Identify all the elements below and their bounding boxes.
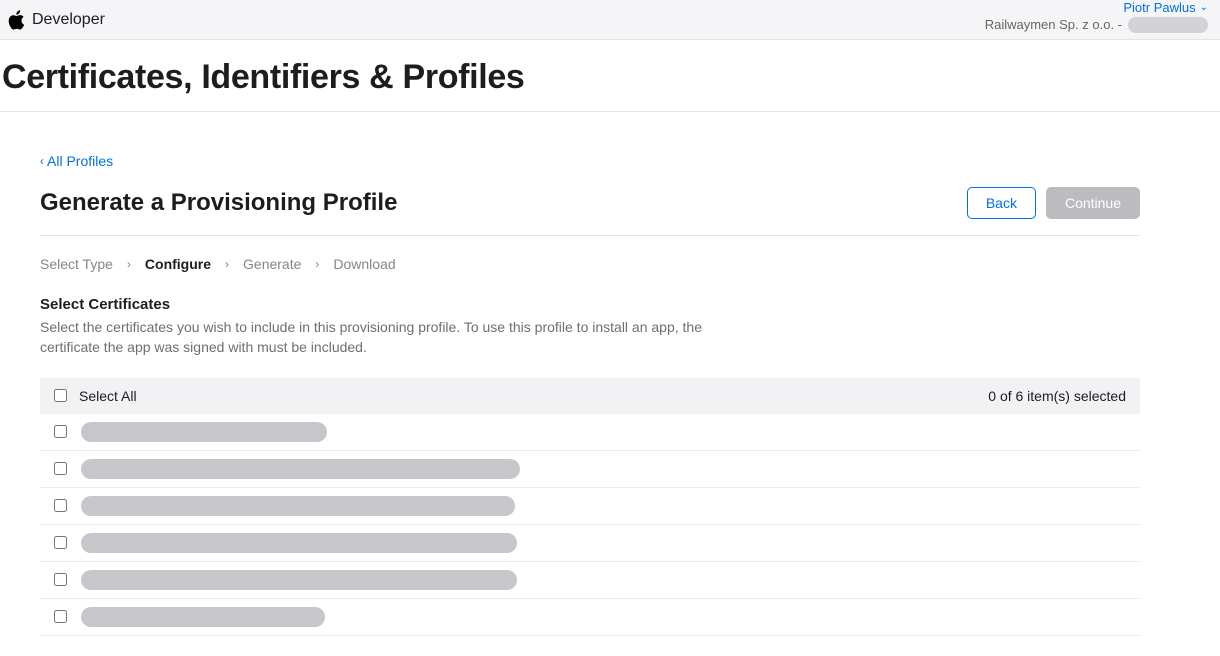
- chevron-down-icon: ⌄: [1200, 2, 1208, 14]
- certificate-name-redacted: [81, 496, 515, 516]
- back-button[interactable]: Back: [967, 187, 1036, 219]
- certificate-row[interactable]: [40, 525, 1140, 562]
- page-title: Certificates, Identifiers & Profiles: [2, 58, 1218, 97]
- certificate-checkbox[interactable]: [54, 499, 67, 512]
- chevron-right-icon: ›: [225, 257, 229, 271]
- section-title: Select Certificates: [40, 296, 1140, 313]
- certificate-checkbox[interactable]: [54, 610, 67, 623]
- certificate-name-redacted: [81, 422, 327, 442]
- certificate-row[interactable]: [40, 562, 1140, 599]
- team-name-label: Railwaymen Sp. z o.o. -: [985, 17, 1122, 33]
- certificate-checkbox[interactable]: [54, 536, 67, 549]
- certificate-name-redacted: [81, 607, 325, 627]
- chevron-right-icon: ›: [127, 257, 131, 271]
- selection-count: 0 of 6 item(s) selected: [988, 388, 1126, 404]
- certificate-list: Select All 0 of 6 item(s) selected: [40, 378, 1140, 636]
- apple-logo-icon: [4, 8, 28, 32]
- certificate-checkbox[interactable]: [54, 425, 67, 438]
- certificate-checkbox[interactable]: [54, 573, 67, 586]
- continue-button: Continue: [1046, 187, 1140, 219]
- select-all-checkbox[interactable]: [54, 389, 67, 402]
- brand-label: Developer: [32, 11, 105, 29]
- account-area: Piotr Pawlus ⌄ Railwaymen Sp. z o.o. -: [985, 6, 1208, 33]
- action-buttons: Back Continue: [967, 187, 1140, 219]
- certificate-row[interactable]: [40, 488, 1140, 525]
- chevron-left-icon: ‹: [40, 154, 44, 168]
- brand[interactable]: Developer: [4, 8, 105, 32]
- certificate-name-redacted: [81, 570, 517, 590]
- subheader-title: Generate a Provisioning Profile: [40, 189, 397, 217]
- user-name-label: Piotr Pawlus: [1123, 0, 1195, 16]
- step-breadcrumbs: Select Type › Configure › Generate › Download: [40, 256, 1140, 272]
- step-select-type[interactable]: Select Type: [40, 256, 113, 272]
- main-content: ‹ All Profiles Generate a Provisioning P…: [0, 112, 1140, 656]
- subheader: Generate a Provisioning Profile Back Con…: [40, 187, 1140, 236]
- page-title-wrap: Certificates, Identifiers & Profiles: [0, 40, 1220, 112]
- step-download[interactable]: Download: [333, 256, 395, 272]
- all-profiles-label: All Profiles: [47, 153, 113, 169]
- certificate-row[interactable]: [40, 599, 1140, 636]
- section-desc: Select the certificates you wish to incl…: [40, 317, 720, 358]
- rows-container: [40, 414, 1140, 636]
- chevron-right-icon: ›: [315, 257, 319, 271]
- team-row: Railwaymen Sp. z o.o. -: [985, 17, 1208, 33]
- global-header: Developer Piotr Pawlus ⌄ Railwaymen Sp. …: [0, 0, 1220, 40]
- certificate-name-redacted: [81, 459, 520, 479]
- certificate-checkbox[interactable]: [54, 462, 67, 475]
- team-redacted-blob: [1128, 17, 1208, 33]
- list-header: Select All 0 of 6 item(s) selected: [40, 378, 1140, 414]
- step-generate[interactable]: Generate: [243, 256, 301, 272]
- select-all-label: Select All: [79, 388, 137, 404]
- user-menu[interactable]: Piotr Pawlus ⌄: [1123, 0, 1208, 16]
- certificate-row[interactable]: [40, 414, 1140, 451]
- certificate-name-redacted: [81, 533, 517, 553]
- all-profiles-link[interactable]: ‹ All Profiles: [40, 153, 113, 169]
- certificate-row[interactable]: [40, 451, 1140, 488]
- step-configure[interactable]: Configure: [145, 256, 211, 272]
